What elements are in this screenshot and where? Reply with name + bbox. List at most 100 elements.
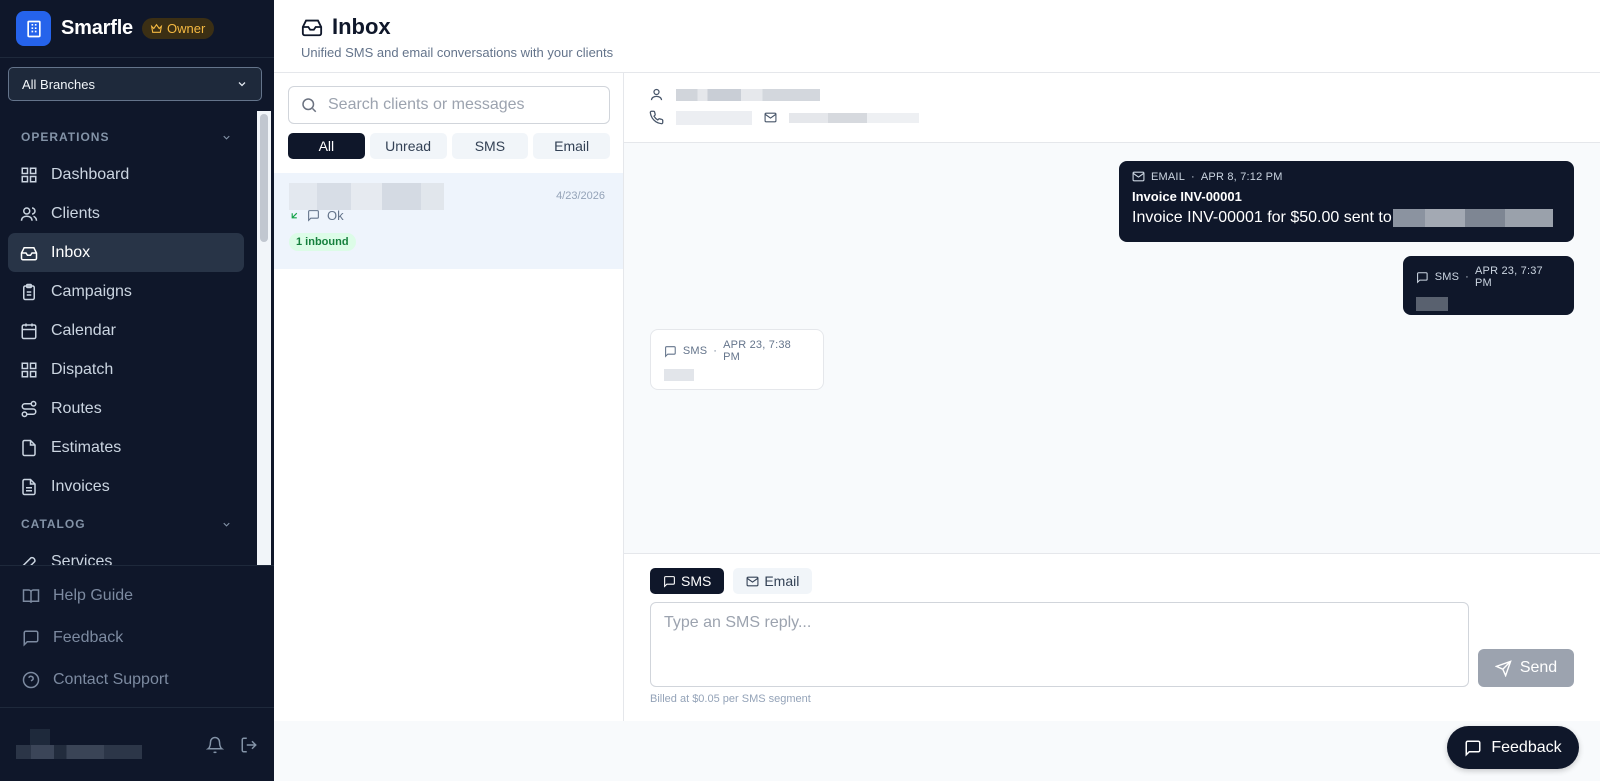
reply-textarea[interactable]: Type an SMS reply... [650,602,1469,687]
help-guide-label: Help Guide [53,587,134,604]
message-icon [308,210,319,222]
feedback-button[interactable]: Feedback [1447,726,1579,769]
user-area [0,707,274,781]
conversation-list: Search clients or messages All Unread SM… [274,73,624,721]
send-icon [1494,659,1512,677]
channel-tab-email[interactable]: Email [733,568,813,594]
sidebar-item-inbox[interactable]: Inbox [8,233,244,272]
page-header: Inbox Unified SMS and email conversation… [274,0,1600,73]
brand-header: Smarfle Owner [0,0,274,58]
clipboard-icon [23,283,35,300]
sidebar-item-dispatch[interactable]: Dispatch [8,350,244,389]
sidebar-bottom-links: Help Guide Feedback Contact Support [0,565,274,701]
client-name-row [649,87,1575,102]
sidebar-item-estimates[interactable]: Estimates [8,428,244,467]
client-email-redacted [789,112,919,123]
search-placeholder: Search clients or messages [328,96,525,113]
page-footer-area [274,721,1600,781]
conversation-preview: Ok [289,208,608,223]
message-icon [1417,271,1428,284]
inbound-badge: 1 inbound [289,233,356,251]
filter-unread[interactable]: Unread [369,133,447,159]
chevron-down-icon [238,82,246,87]
feedback-link[interactable]: Feedback [0,617,274,659]
owner-badge-label: Owner [166,21,206,36]
conversation-client-name-redacted [289,183,444,210]
message-body: Invoice INV-00001 for $50.00 sent to [1132,209,1561,227]
branch-select-value: All Branches [22,76,95,92]
message-time: APR 23, 7:38 PM [723,339,791,363]
message-time: APR 8, 7:12 PM [1200,170,1283,183]
send-button[interactable]: Send [1478,649,1574,687]
reply-placeholder: Type an SMS reply... [664,614,812,631]
channel-tabs: SMS Email [650,568,1574,594]
search-icon [302,98,317,113]
filter-sms[interactable]: SMS [451,133,529,159]
branch-select[interactable]: All Branches [8,67,262,101]
bell-icon[interactable] [206,736,224,754]
book-icon [22,589,40,603]
brand-name: Smarfle [61,17,133,39]
mail-icon [746,576,759,586]
section-catalog[interactable]: CATALOG [0,506,274,542]
file-icon [22,439,36,456]
message-channel: EMAIL [1151,170,1186,183]
wrench-icon [22,556,36,565]
filter-email[interactable]: Email [533,133,610,159]
client-name-redacted [676,88,820,101]
sidebar: Smarfle Owner All Branches OPERATIONS Da… [0,0,274,781]
help-guide-link[interactable]: Help Guide [0,575,274,617]
sidebar-item-label: Campaigns [51,282,132,300]
channel-tab-label: SMS [681,573,712,589]
section-label-operations: OPERATIONS [21,130,110,144]
message-meta: SMS · APR 23, 7:37 PM [1416,265,1561,289]
mail-icon [1132,171,1145,182]
message-body-redacted [1416,297,1448,311]
message-icon [664,575,675,588]
message-body-redacted [664,369,694,381]
section-label-catalog: CATALOG [21,517,86,531]
scrollbar-thumb[interactable] [260,114,268,242]
file-text-icon [22,478,36,495]
sidebar-item-routes[interactable]: Routes [8,389,244,428]
reply-composer: SMS Email Type an SMS reply... Billed at… [624,553,1600,721]
contact-support-link[interactable]: Contact Support [0,659,274,701]
message-sms-outbound: SMS · APR 23, 7:37 PM [1403,256,1574,315]
inbox-icon [20,246,38,260]
sidebar-item-label: Dashboard [51,165,130,183]
logout-icon[interactable] [240,736,258,754]
help-circle-icon [22,671,40,689]
sidebar-item-invoices[interactable]: Invoices [8,467,244,506]
sidebar-item-clients[interactable]: Clients [8,194,244,233]
crown-icon [150,23,163,33]
sidebar-item-calendar[interactable]: Calendar [8,311,244,350]
channel-tab-sms[interactable]: SMS [650,568,725,594]
user-icon [650,88,663,101]
message-channel: SMS [1434,271,1460,283]
section-operations[interactable]: OPERATIONS [0,119,274,155]
sidebar-item-label: Estimates [51,438,122,456]
sidebar-item-dashboard[interactable]: Dashboard [8,155,244,194]
message-subject: Invoice INV-00001 [1132,189,1242,204]
conversation-preview-text: Ok [327,208,344,223]
users-icon [20,206,38,221]
message-sms-inbound: SMS · APR 23, 7:38 PM [650,329,824,390]
route-icon [21,400,37,417]
chat-header [624,73,1600,143]
conversation-item[interactable]: 4/23/2026 Ok 1 inbound [274,173,623,269]
mail-icon [764,112,777,123]
message-body-text: Invoice INV-00001 for $50.00 sent to [1132,209,1392,226]
sidebar-item-campaigns[interactable]: Campaigns [8,272,244,311]
brand-logo-icon[interactable] [16,11,51,46]
billing-note: Billed at $0.05 per SMS segment [650,693,811,705]
sidebar-scrollbar[interactable] [257,111,271,565]
sidebar-item-label: Invoices [51,477,110,495]
sidebar-item-services[interactable]: Services [8,542,244,565]
arrow-down-left-icon [291,212,298,219]
page-title-text: Inbox [332,14,391,39]
channel-tab-label: Email [764,573,800,589]
search-input[interactable]: Search clients or messages [288,86,610,124]
filter-tabs: All Unread SMS Email [288,133,610,159]
user-info-redacted[interactable] [16,728,142,761]
filter-all[interactable]: All [288,133,365,159]
